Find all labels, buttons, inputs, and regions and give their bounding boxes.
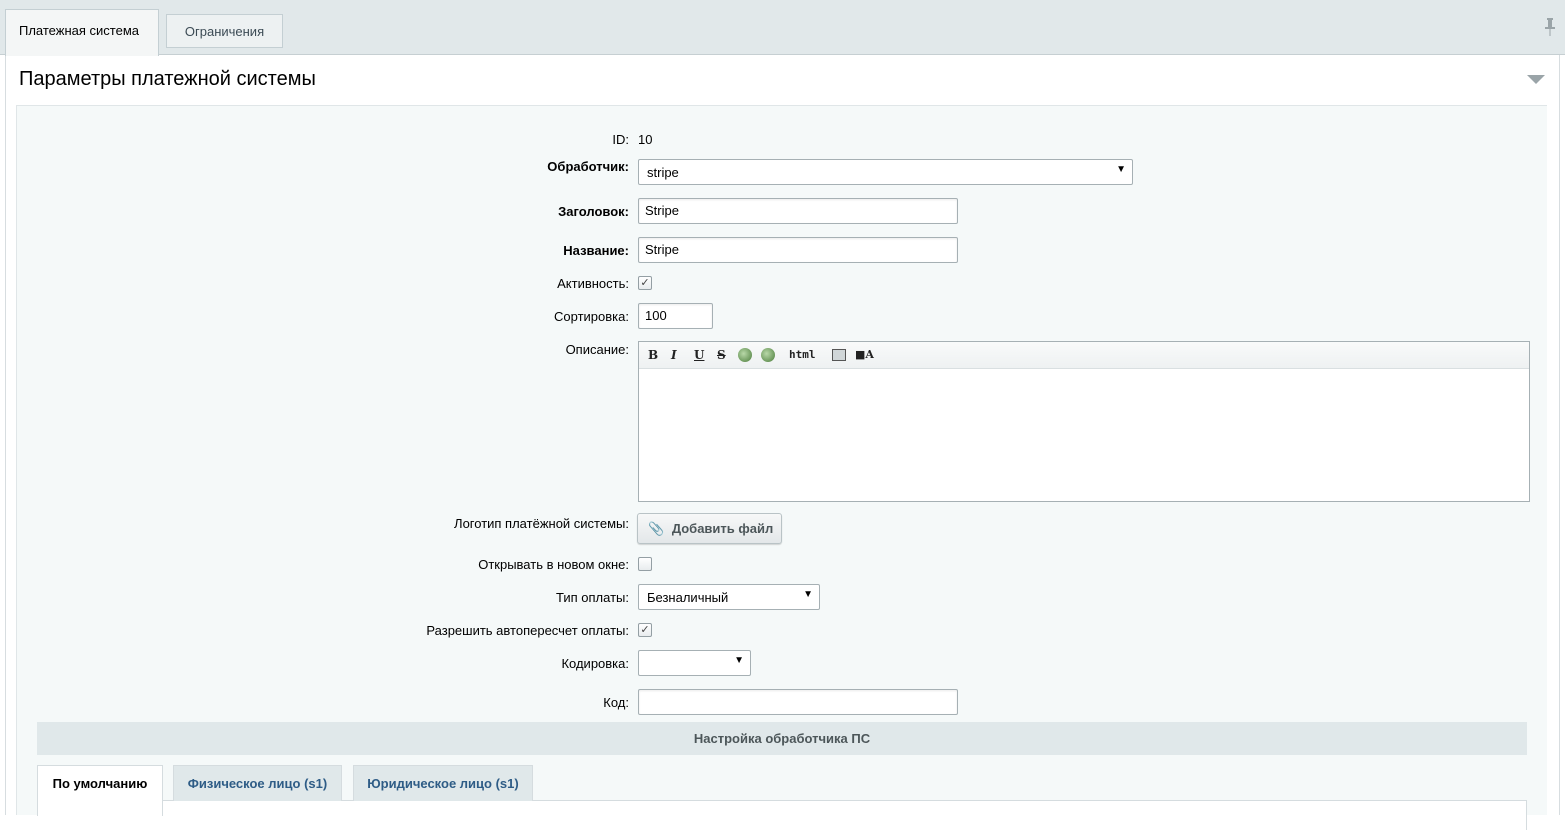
header-label: Заголовок: [558, 204, 629, 219]
new-window-label: Открывать в новом окне: [478, 557, 629, 572]
tab-default[interactable]: По умолчанию [37, 765, 163, 816]
handler-label: Обработчик: [547, 159, 629, 174]
logo-label: Логотип платёжной системы: [454, 516, 629, 531]
handler-select[interactable]: stripe ▼ [638, 159, 1133, 185]
sort-label: Сортировка: [554, 309, 629, 324]
active-checkbox[interactable]: ✓ [638, 276, 652, 290]
italic-icon[interactable]: I [671, 348, 677, 362]
encoding-label: Кодировка: [561, 656, 629, 671]
name-input[interactable]: Stripe [638, 237, 958, 263]
encoding-select[interactable]: ▼ [638, 650, 751, 676]
insert-link-icon[interactable] [738, 348, 752, 362]
code-label: Код: [603, 695, 629, 710]
paperclip-icon: 📎 [648, 521, 665, 536]
format-text-icon[interactable]: ■A [855, 348, 874, 361]
handler-settings-content [37, 800, 1527, 830]
pin-icon[interactable] [1545, 18, 1555, 36]
tab-legal-entity[interactable]: Юридическое лицо (s1) [353, 765, 533, 801]
id-value: 10 [638, 132, 653, 147]
top-tab-bar: Платежная система Ограничения [0, 0, 1565, 56]
dropdown-arrow-icon: ▼ [1116, 164, 1126, 175]
tab-payment-system[interactable]: Платежная система [5, 9, 159, 56]
payment-type-label: Тип оплаты: [556, 590, 629, 605]
code-input[interactable] [638, 689, 958, 715]
editor-toolbar: B I U S html ■A [639, 342, 1529, 369]
payment-type-select[interactable]: Безналичный ▼ [638, 584, 820, 610]
underline-icon[interactable]: U [694, 348, 704, 362]
sort-input[interactable]: 100 [638, 303, 713, 329]
payment-system-panel: Параметры платежной системы ID: 10 Обраб… [5, 55, 1560, 830]
name-label: Название: [563, 243, 629, 258]
add-file-label: Добавить файл [671, 521, 774, 536]
id-label: ID: [612, 132, 629, 147]
handler-selected-value: stripe [647, 165, 679, 180]
tab-restrictions[interactable]: Ограничения [166, 14, 283, 48]
bold-icon[interactable]: B [648, 348, 658, 362]
new-window-checkbox[interactable] [638, 557, 652, 571]
remove-link-icon[interactable] [761, 348, 775, 362]
collapse-arrow-icon[interactable] [1527, 75, 1545, 84]
tab-individual[interactable]: Физическое лицо (s1) [173, 765, 342, 801]
autorecalc-checkbox[interactable]: ✓ [638, 623, 652, 637]
panel-title: Параметры платежной системы [19, 68, 316, 90]
description-label: Описание: [565, 342, 629, 357]
paste-icon[interactable] [832, 349, 846, 361]
description-editor[interactable]: B I U S html ■A [638, 341, 1530, 502]
header-input[interactable]: Stripe [638, 198, 958, 224]
strikethrough-icon[interactable]: S [717, 348, 726, 362]
html-mode-button[interactable]: html [789, 348, 816, 361]
dropdown-arrow-icon: ▼ [734, 655, 744, 666]
handler-settings-header: Настройка обработчика ПС [37, 722, 1527, 755]
autorecalc-label: Разрешить автопересчет оплаты: [426, 623, 629, 638]
form-area: ID: 10 Обработчик: stripe ▼ Заголовок: S… [16, 105, 1547, 830]
active-label: Активность: [557, 276, 629, 291]
add-file-button[interactable]: 📎 Добавить файл [637, 513, 782, 544]
dropdown-arrow-icon: ▼ [803, 589, 813, 600]
payment-type-value: Безналичный [647, 590, 729, 605]
